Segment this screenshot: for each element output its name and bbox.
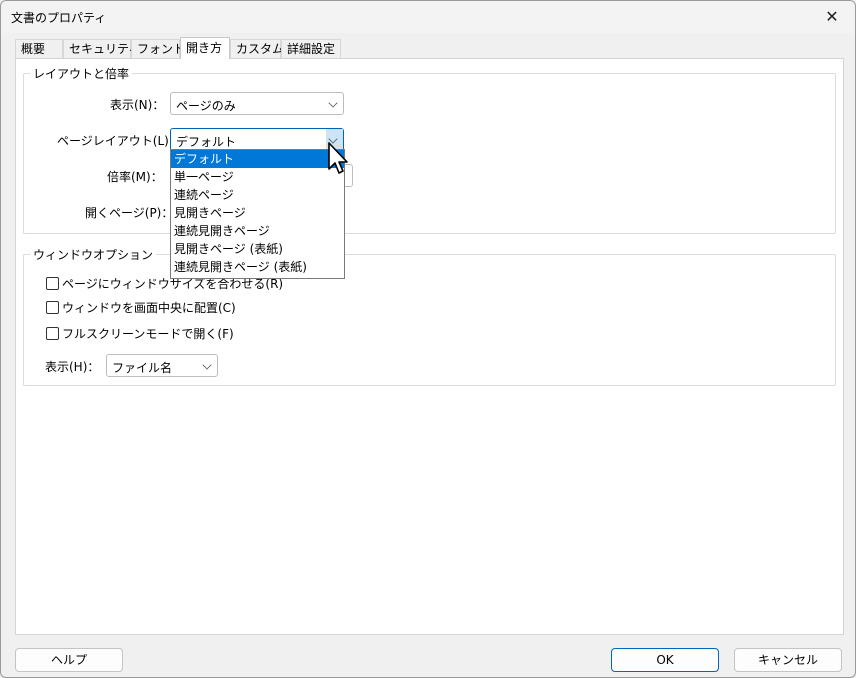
checkbox-box[interactable] bbox=[46, 301, 59, 314]
layout-group-legend: レイアウトと倍率 bbox=[30, 65, 133, 82]
tab-custom[interactable]: カスタム bbox=[230, 39, 284, 58]
page-layout-select[interactable]: デフォルト bbox=[170, 128, 344, 151]
page-layout-option-continuous-facing[interactable]: 連続見開きページ bbox=[171, 222, 344, 240]
checkbox-box[interactable] bbox=[46, 327, 59, 340]
page-layout-dropdown-list: デフォルト 単一ページ 連続ページ 見開きページ 連続見開きページ 見開きページ… bbox=[170, 149, 345, 279]
window-options-group: ウィンドウオプション ページにウィンドウサイズを合わせる(R) ウィンドウを画面… bbox=[23, 246, 836, 386]
tab-security[interactable]: セキュリティ bbox=[63, 39, 140, 58]
window-title: 文書のプロパティ bbox=[11, 11, 107, 25]
page-layout-option-facing-cover[interactable]: 見開きページ (表紙) bbox=[171, 240, 344, 258]
title-bar: 文書のプロパティ ✕ bbox=[1, 1, 855, 33]
tab-panel: レイアウトと倍率 表示(N)： ページのみ ページレイアウト(L)： デフォルト… bbox=[15, 58, 844, 635]
page-layout-label: ページレイアウト(L)： bbox=[57, 134, 181, 148]
open-page-label: 開くページ(P)： bbox=[85, 206, 174, 220]
cancel-button[interactable]: キャンセル bbox=[734, 648, 842, 672]
center-window-label: ウィンドウを画面中央に配置(C) bbox=[62, 301, 236, 315]
page-layout-option-single[interactable]: 単一ページ bbox=[171, 168, 344, 186]
show-select[interactable]: ファイル名 bbox=[106, 354, 218, 377]
ok-button[interactable]: OK bbox=[611, 648, 719, 672]
fullscreen-label: フルスクリーンモードで開く(F) bbox=[62, 327, 234, 341]
checkbox-box[interactable] bbox=[46, 277, 59, 290]
page-layout-option-facing[interactable]: 見開きページ bbox=[171, 204, 344, 222]
zoom-label: 倍率(M)： bbox=[107, 170, 163, 184]
tab-overview[interactable]: 概要 bbox=[15, 39, 63, 58]
page-layout-select-value: デフォルト bbox=[176, 135, 237, 149]
document-properties-dialog: 文書のプロパティ ✕ 概要 セキュリティ フォント 開き方 カスタム 詳細設定 … bbox=[0, 0, 856, 678]
tab-advanced[interactable]: 詳細設定 bbox=[281, 39, 341, 58]
help-button[interactable]: ヘルプ bbox=[15, 648, 123, 672]
page-layout-option-continuous[interactable]: 連続ページ bbox=[171, 186, 344, 204]
display-select-value: ページのみ bbox=[176, 99, 236, 113]
show-select-value: ファイル名 bbox=[112, 361, 173, 375]
mouse-cursor-icon bbox=[328, 142, 348, 174]
display-select[interactable]: ページのみ bbox=[170, 92, 344, 115]
display-label: 表示(N)： bbox=[110, 98, 165, 112]
layout-and-zoom-group: レイアウトと倍率 表示(N)： ページのみ ページレイアウト(L)： デフォルト… bbox=[23, 65, 836, 234]
chevron-down-icon bbox=[328, 98, 338, 108]
tab-fonts[interactable]: フォント bbox=[131, 39, 185, 58]
show-label: 表示(H)： bbox=[45, 360, 100, 374]
chevron-down-icon bbox=[202, 360, 212, 370]
page-layout-option-continuous-facing-cover[interactable]: 連続見開きページ (表紙) bbox=[171, 258, 344, 276]
page-layout-option-default[interactable]: デフォルト bbox=[171, 150, 344, 168]
close-icon[interactable]: ✕ bbox=[809, 1, 855, 33]
window-group-legend: ウィンドウオプション bbox=[30, 246, 157, 263]
tab-initial-view[interactable]: 開き方 bbox=[180, 37, 230, 59]
